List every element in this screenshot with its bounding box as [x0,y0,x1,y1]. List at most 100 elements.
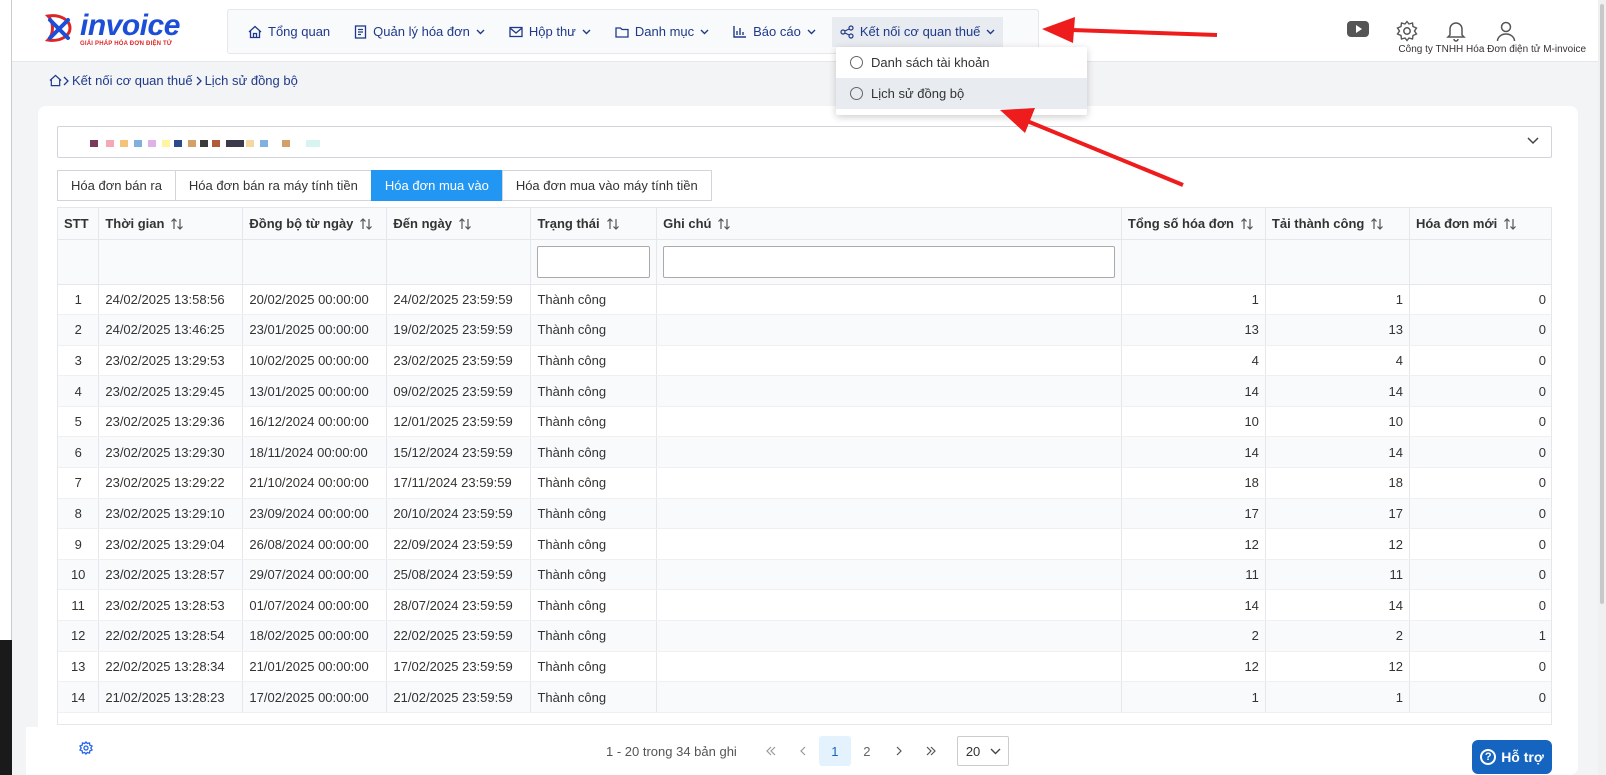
table-row[interactable]: 6 23/02/2025 13:29:30 18/11/2024 00:00:00 1… [58,436,1551,469]
table-cell: 21/10/2024 00:00:00 [242,467,388,499]
nav-item-ket-noi-co-quan-thue[interactable]: Kết nối cơ quan thuế [831,16,1004,47]
bar-chart-icon [733,26,747,38]
chevron-down-icon [1527,137,1539,145]
table-cell: 4 [1121,345,1266,377]
table-cell: 1 [1121,284,1266,316]
sort-icon[interactable] [1240,218,1254,231]
column-header-den-ngay[interactable]: Đến ngày [386,208,532,240]
tax-connection-dropdown: Danh sách tài khoản Lịch sử đồng bộ [836,47,1087,115]
table-cell: 5 [58,406,100,438]
table-row[interactable]: 3 23/02/2025 13:29:53 10/02/2025 00:00:00 2… [58,345,1551,377]
table-cell [656,314,1122,346]
dropdown-item-sync-history[interactable]: Lịch sử đồng bộ [836,78,1087,109]
table-cell: 14 [58,681,100,713]
nav-item-danh-muc[interactable]: Danh mục [607,17,717,47]
table-row[interactable]: 11 23/02/2025 13:28:53 01/07/2024 00:00:00… [58,589,1551,622]
table-row[interactable]: 1 24/02/2025 13:58:56 20/02/2025 00:00:00 2… [58,284,1551,316]
breadcrumb-item[interactable]: Kết nối cơ quan thuế [72,73,193,88]
page-scrollbar[interactable] [1598,0,1606,775]
table-cell: 14 [1121,589,1266,622]
page-button-1[interactable]: 1 [818,736,851,766]
table-cell: Thành công [530,436,658,469]
left-dark-area [0,640,12,775]
scrollbar-thumb[interactable] [1600,4,1604,604]
home-icon [248,25,262,38]
nav-item-hop-thu[interactable]: Hộp thư [501,17,599,47]
table-cell: 0 [1409,498,1551,530]
sync-history-table: STT Thời gian Đồng bộ từ ngày Đến ngày T… [57,207,1552,725]
table-row[interactable]: 12 22/02/2025 13:28:54 18/02/2025 00:00:00… [58,620,1551,652]
table-row[interactable]: 8 23/02/2025 13:29:10 23/09/2024 00:00:00 2… [58,498,1551,530]
home-icon[interactable] [49,74,62,87]
tab-hoa-don-ban-ra-mtt[interactable]: Hóa đơn bán ra máy tính tiền [174,170,372,201]
nav-item-bao-cao[interactable]: Báo cáo [725,17,824,47]
table-row[interactable]: 10 23/02/2025 13:28:57 29/07/2024 00:00:00… [58,559,1551,591]
table-row[interactable]: 7 23/02/2025 13:29:22 21/10/2024 00:00:00 1… [58,467,1551,499]
gear-icon[interactable] [1396,20,1418,42]
table-cell: 14 [1121,436,1266,469]
first-page-button[interactable] [755,736,787,766]
chevron-right-icon [63,76,69,85]
table-cell: 13 [58,651,100,683]
table-cell: 14 [1265,375,1410,407]
nav-item-quan-ly-hoa-don[interactable]: Quản lý hóa đơn [346,17,493,47]
tab-hoa-don-mua-vao[interactable]: Hóa đơn mua vào [370,170,503,201]
chevron-right-icon [896,746,902,756]
table-row[interactable]: 4 23/02/2025 13:29:45 13/01/2025 00:00:00 0… [58,375,1551,407]
sort-icon[interactable] [359,218,373,231]
table-cell: 16/12/2024 00:00:00 [242,406,388,438]
table-cell: 12 [1121,651,1266,683]
column-header-trang-thai[interactable]: Trạng thái [530,208,658,240]
sort-icon[interactable] [458,218,472,231]
table-row[interactable]: 2 24/02/2025 13:46:25 23/01/2025 00:00:00 1… [58,314,1551,346]
tab-hoa-don-ban-ra[interactable]: Hóa đơn bán ra [57,170,176,201]
column-header-tong-so-hoa-don[interactable]: Tổng số hóa đơn [1121,208,1266,240]
sort-icon[interactable] [717,218,731,231]
dropdown-item-account-list[interactable]: Danh sách tài khoản [836,47,1087,78]
sort-icon[interactable] [1503,218,1517,231]
page-size-select[interactable]: 20 [956,736,1009,766]
nav-item-tong-quan[interactable]: Tổng quan [240,17,338,47]
table-row[interactable]: 9 23/02/2025 13:29:04 26/08/2024 00:00:00 2… [58,528,1551,560]
table-row[interactable]: 14 21/02/2025 13:28:23 17/02/2025 00:00:00… [58,681,1551,713]
column-header-ghi-chu[interactable]: Ghi chú [656,208,1122,240]
last-page-button[interactable] [915,736,947,766]
table-row[interactable]: 13 22/02/2025 13:28:34 21/01/2025 00:00:00… [58,651,1551,683]
status-filter-input[interactable] [537,245,651,278]
sort-icon[interactable] [1370,218,1384,231]
pagination: 1 - 20 trong 34 bản ghi 1 2 20 [606,735,1009,767]
dropdown-item-label: Lịch sử đồng bộ [871,86,965,101]
column-header-hoa-don-moi[interactable]: Hóa đơn mới [1409,208,1551,240]
table-cell: 10 [58,559,100,591]
table-cell [656,589,1122,622]
column-header-thoi-gian[interactable]: Thời gian [98,208,244,240]
table-cell: 13 [1121,314,1266,346]
table-row[interactable]: 5 23/02/2025 13:29:36 16/12/2024 00:00:00 1… [58,406,1551,438]
brand-logo[interactable]: invoice GIẢI PHÁP HÓA ĐƠN ĐIỆN TỬ [40,10,180,48]
help-button[interactable]: ? Hỗ trợ [1472,740,1552,774]
column-header-dong-bo-tu-ngay[interactable]: Đồng bộ từ ngày [242,208,388,240]
note-filter-input[interactable] [663,245,1115,278]
page-size-value: 20 [965,743,981,759]
table-settings-gear-icon[interactable] [79,741,93,755]
prev-page-button[interactable] [787,736,819,766]
table-header-row: STT Thời gian Đồng bộ từ ngày Đến ngày T… [58,208,1551,240]
table-cell: 6 [58,436,100,469]
user-icon[interactable] [1495,20,1517,42]
company-select[interactable] [57,126,1552,158]
invoice-type-tabs: Hóa đơn bán ra Hóa đơn bán ra máy tính t… [57,170,712,201]
next-page-button[interactable] [883,736,915,766]
bell-icon[interactable] [1446,20,1466,42]
column-header-tai-thanh-cong[interactable]: Tải thành công [1265,208,1410,240]
table-cell: 17 [1121,498,1266,530]
page-button-2[interactable]: 2 [851,736,883,766]
table-cell: 23/02/2025 13:28:57 [98,559,244,591]
table-cell: 1 [58,284,100,316]
table-cell: 11 [58,589,100,622]
tab-hoa-don-mua-vao-mtt[interactable]: Hóa đơn mua vào máy tính tiền [501,170,712,201]
youtube-icon[interactable] [1346,20,1370,38]
table-cell: 23/02/2025 13:29:22 [98,467,244,499]
table-cell: 01/07/2024 00:00:00 [242,589,388,622]
sort-icon[interactable] [170,218,184,231]
sort-icon[interactable] [606,218,620,231]
